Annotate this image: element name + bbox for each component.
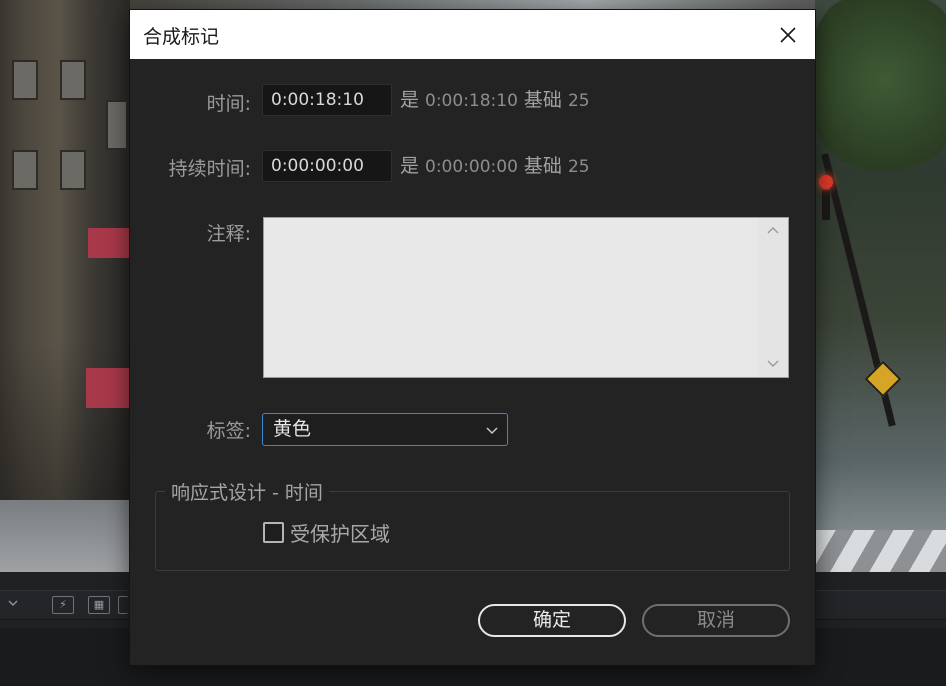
chevron-down-icon [767,360,779,367]
traffic-light-pole [822,190,830,220]
building-window [60,60,86,100]
time-info: 是 0:00:18:10 基础 25 [400,84,590,117]
duration-field[interactable]: 0:00:00:00 [262,150,392,182]
traffic-light-icon [819,175,833,189]
snapshot-icon: ⚡ [52,596,74,614]
building-window [12,150,38,190]
duration-base-word: 基础 [523,155,562,177]
time-field-value: 0:00:18:10 [271,90,364,110]
background-strip-top [130,0,815,10]
tag-select-value: 黄色 [273,418,312,440]
close-button[interactable] [771,18,805,52]
duration-info: 是 0:00:00:00 基础 25 [400,150,590,183]
cancel-button[interactable]: 取消 [642,604,790,637]
toolbar-icon-partial [118,596,128,614]
protected-region-option[interactable]: 受保护区域 [263,518,390,547]
comment-textarea[interactable] [264,218,758,377]
responsive-design-legend: 响应式设计 - 时间 [165,478,329,505]
building-awning [88,228,130,258]
background-street-right [805,0,946,580]
time-equivalent: 0:00:18:10 [425,91,518,111]
dialog-title: 合成标记 [143,26,220,48]
chevron-up-icon [767,227,779,234]
time-is-word: 是 [400,89,420,111]
duration-field-value: 0:00:00:00 [271,156,364,176]
road-sign-icon [864,360,902,398]
dialog-titlebar: 合成标记 [130,10,815,59]
building-window [12,60,38,100]
protected-region-checkbox[interactable] [263,522,284,543]
time-label: 时间: [206,93,251,115]
background-sidewalk [0,500,130,572]
scroll-up-button[interactable] [766,224,780,238]
chevron-down-icon [486,427,498,435]
scroll-down-button[interactable] [766,356,780,370]
background-building-left [0,0,130,572]
duration-label: 持续时间: [168,158,251,180]
building-window [60,150,86,190]
duration-is-word: 是 [400,155,420,177]
tag-select[interactable]: 黄色 [262,413,508,446]
time-base-word: 基础 [523,89,562,111]
time-field[interactable]: 0:00:18:10 [262,84,392,116]
building-awning [86,368,130,408]
duration-base-value: 25 [567,157,590,177]
comment-scrollbar[interactable] [758,218,788,377]
transparency-grid-icon: ▦ [88,596,110,614]
composition-marker-dialog: 合成标记 时间: 0:00:18:10 是 0:00:18:10 基础 25 持续时间… [130,10,815,665]
close-icon [780,27,796,43]
tag-label: 标签: [206,420,251,442]
protected-region-label: 受保护区域 [290,522,390,546]
time-base-value: 25 [567,91,590,111]
ok-button[interactable]: 确定 [478,604,626,637]
chevron-down-icon [2,596,24,614]
duration-equivalent: 0:00:00:00 [425,157,518,177]
building-window [106,100,128,150]
comment-label: 注释: [206,223,251,245]
comment-box [263,217,789,378]
